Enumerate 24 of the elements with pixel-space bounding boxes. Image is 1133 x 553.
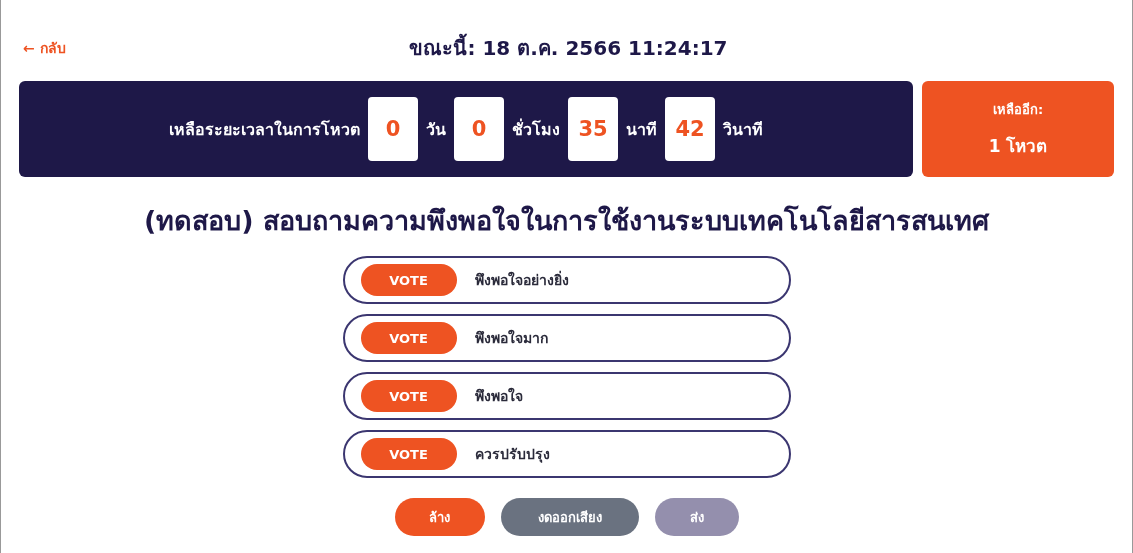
vote-button[interactable]: VOTE — [360, 264, 457, 296]
option-label: พึงพอใจ — [474, 386, 523, 406]
countdown-value: 42 — [665, 97, 715, 161]
option-label: ควรปรับปรุง — [474, 445, 550, 465]
countdown-value: 0 — [454, 97, 504, 161]
countdown-unit: ชั่วโมง — [512, 117, 560, 141]
countdown-unit: นาที — [626, 118, 657, 141]
back-link[interactable]: ← กลับ — [23, 37, 66, 59]
vote-button[interactable]: VOTE — [360, 380, 457, 412]
countdown-value: 35 — [568, 97, 618, 161]
option-label: พึงพอใจอย่างยิ่ง — [474, 269, 569, 290]
vote-button[interactable]: VOTE — [360, 438, 457, 470]
vote-button[interactable]: VOTE — [360, 322, 457, 354]
remaining-label: เหลืออีก: — [992, 101, 1044, 119]
abstain-button[interactable]: งดออกเสียง — [500, 498, 639, 536]
current-time: ขณะนี้: 18 ต.ค. 2566 11:24:17 — [409, 32, 728, 64]
countdown-unit: วินาที — [723, 118, 763, 141]
question-title: (ทดสอบ) สอบถามความพึงพอใจในการใช้งานระบบเทคโนโลยีสารสนเทศ — [142, 204, 991, 238]
clear-button[interactable]: ล้าง — [394, 498, 485, 536]
option-label: พึงพอใจมาก — [474, 328, 548, 348]
remaining-value: 1 โหวต — [988, 135, 1048, 158]
countdown-label: เหลือระยะเวลาในการโหวต — [169, 118, 360, 141]
countdown-value: 0 — [368, 97, 418, 161]
countdown-unit: วัน — [426, 118, 446, 141]
